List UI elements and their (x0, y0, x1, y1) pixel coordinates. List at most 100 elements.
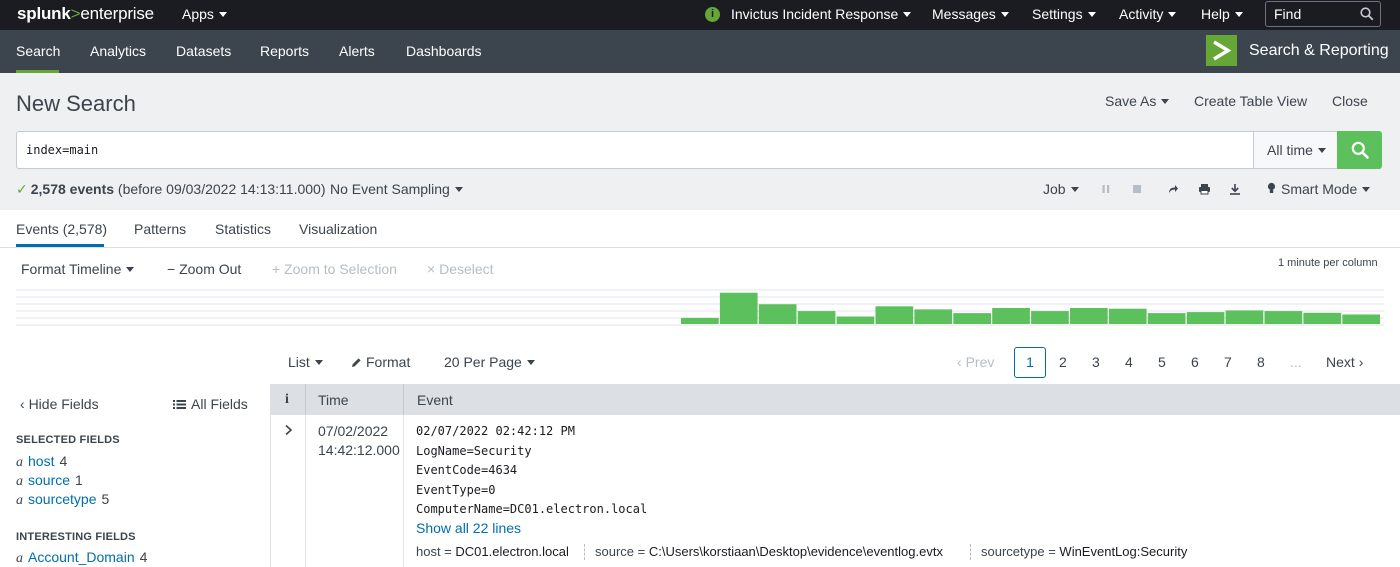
field-key: host = (416, 544, 452, 559)
tab-statistics[interactable]: Statistics (215, 221, 271, 237)
timeline-bar[interactable] (953, 313, 991, 324)
nav-reports[interactable]: Reports (260, 43, 309, 59)
page-7-button[interactable]: 7 (1224, 354, 1232, 370)
app-logo[interactable] (1206, 35, 1237, 66)
timeline-bar[interactable] (875, 306, 914, 324)
expand-row-chevron-icon[interactable] (284, 424, 294, 436)
create-table-view-button[interactable]: Create Table View (1194, 93, 1307, 109)
timeline-chart[interactable] (16, 284, 1384, 326)
job-menu[interactable]: Job (1043, 181, 1079, 197)
timeline-bar[interactable] (1342, 314, 1380, 324)
field-divider (584, 544, 585, 560)
list-view-menu[interactable]: List (288, 354, 323, 370)
nav-analytics[interactable]: Analytics (90, 43, 146, 59)
timeline-bar[interactable] (1303, 312, 1342, 324)
event-sampling-menu[interactable]: No Event Sampling (330, 181, 463, 197)
find-input[interactable]: Find (1265, 1, 1381, 27)
caret-down-icon (314, 359, 323, 365)
timeline-bar[interactable] (1070, 308, 1108, 324)
field-item-source[interactable]: a source 1 (16, 472, 83, 490)
time-column-header[interactable]: Time (318, 392, 349, 408)
timeline-bar[interactable] (1031, 311, 1069, 324)
page-8-button[interactable]: 8 (1257, 354, 1265, 370)
timeline-bar[interactable] (1147, 313, 1186, 324)
search-button[interactable] (1337, 131, 1382, 169)
nav-dashboards[interactable]: Dashboards (406, 43, 482, 59)
pause-icon[interactable] (1101, 183, 1111, 195)
info-icon: i (705, 6, 720, 22)
event-field-host[interactable]: host = DC01.electron.local (416, 544, 569, 559)
timeline-bar[interactable] (992, 308, 1030, 324)
active-tab-indicator (16, 244, 104, 247)
help-menu[interactable]: Help (1201, 6, 1243, 22)
hide-fields-button[interactable]: ‹ Hide Fields (20, 396, 99, 412)
timeline-bar[interactable] (1225, 310, 1264, 324)
field-item-account-domain[interactable]: a Account_Domain 4 (16, 549, 147, 567)
apps-menu[interactable]: Apps (182, 6, 227, 22)
caret-down-icon (903, 11, 912, 17)
app-name[interactable]: Search & Reporting (1249, 42, 1389, 60)
share-icon[interactable] (1167, 183, 1179, 195)
close-button[interactable]: Close (1332, 93, 1368, 109)
deselect-button[interactable]: × Deselect (427, 261, 494, 277)
page-5-button[interactable]: 5 (1158, 354, 1166, 370)
caret-down-icon (218, 11, 227, 17)
splunk-logo[interactable]: splunk>enterprise (17, 4, 154, 24)
zoom-out-label: Zoom Out (179, 261, 242, 277)
settings-menu[interactable]: Settings (1032, 6, 1096, 22)
page-2-button[interactable]: 2 (1059, 354, 1067, 370)
event-raw-line: 02/07/2022 02:42:12 PM (416, 424, 575, 438)
timeline-bar[interactable] (914, 309, 953, 324)
timeline-bar[interactable] (681, 317, 719, 324)
chevron-left-icon: ‹ (957, 354, 962, 370)
timeline-bar[interactable] (758, 304, 797, 324)
per-page-menu[interactable]: 20 Per Page (444, 354, 535, 370)
next-page-button[interactable]: Next › (1326, 354, 1363, 370)
save-as-menu[interactable]: Save As (1105, 93, 1170, 109)
print-icon[interactable] (1198, 183, 1211, 195)
event-time[interactable]: 14:42:12.000 (318, 442, 400, 458)
nav-alerts[interactable]: Alerts (339, 43, 375, 59)
messages-menu[interactable]: Messages (932, 6, 1009, 22)
timeline-bar[interactable] (719, 292, 758, 324)
timeline-bar[interactable] (836, 316, 875, 324)
page-6-button[interactable]: 6 (1191, 354, 1199, 370)
time-range-picker[interactable]: All time (1253, 131, 1338, 169)
search-query-input[interactable]: index=main (16, 131, 1254, 169)
timeline-bar[interactable] (797, 311, 836, 324)
check-icon: ✓ (16, 181, 28, 197)
zoom-to-selection-button[interactable]: + Zoom to Selection (272, 261, 397, 277)
show-all-lines-link[interactable]: Show all 22 lines (416, 520, 521, 536)
chevron-right-icon (1213, 40, 1232, 61)
export-icon[interactable] (1229, 183, 1241, 195)
event-column-header[interactable]: Event (417, 392, 453, 408)
event-field-sourcetype[interactable]: sourcetype = WinEventLog:Security (981, 544, 1187, 559)
event-field-source[interactable]: source = C:\Users\korstiaan\Desktop\evid… (595, 544, 943, 559)
timeline-bar[interactable] (1186, 312, 1225, 324)
tab-patterns[interactable]: Patterns (134, 221, 186, 237)
instance-menu[interactable]: i Invictus Incident Response (705, 6, 912, 23)
timeline-bar[interactable] (1108, 308, 1147, 324)
tab-visualization[interactable]: Visualization (299, 221, 377, 237)
activity-menu[interactable]: Activity (1119, 6, 1177, 22)
field-item-sourcetype[interactable]: a sourcetype 5 (16, 491, 109, 509)
nav-datasets[interactable]: Datasets (176, 43, 231, 59)
page-3-button[interactable]: 3 (1092, 354, 1100, 370)
page-4-button[interactable]: 4 (1125, 354, 1133, 370)
all-fields-button[interactable]: All Fields (173, 396, 248, 412)
search-mode-menu[interactable]: Smart Mode (1267, 181, 1371, 197)
tab-events[interactable]: Events (2,578) (16, 221, 107, 237)
caret-down-icon (454, 186, 463, 192)
zoom-out-button[interactable]: − Zoom Out (167, 261, 241, 277)
event-date[interactable]: 07/02/2022 (318, 423, 388, 439)
timeline-bar[interactable] (1264, 311, 1303, 324)
nav-search[interactable]: Search (16, 43, 60, 59)
stop-icon[interactable] (1132, 183, 1142, 195)
event-raw-line: LogName=Security (416, 444, 532, 458)
page-1-button[interactable]: 1 (1014, 347, 1046, 378)
prev-page-button[interactable]: ‹ Prev (957, 354, 994, 370)
format-menu[interactable]: Format (351, 354, 410, 370)
field-item-host[interactable]: a host 4 (16, 453, 67, 471)
format-timeline-label: Format Timeline (21, 261, 122, 277)
format-timeline-menu[interactable]: Format Timeline (21, 261, 135, 277)
